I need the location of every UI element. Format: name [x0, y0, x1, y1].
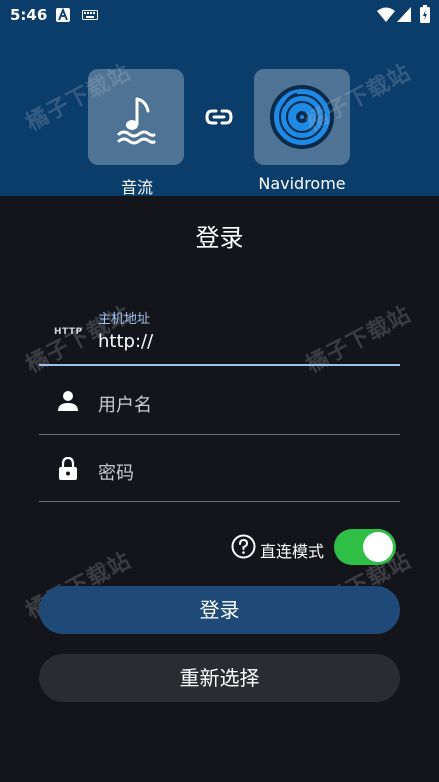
person-icon	[58, 391, 78, 411]
host-field-label: 主机地址	[98, 312, 151, 327]
target-app-name: Navidrome	[258, 174, 346, 193]
keyboard-icon	[82, 10, 98, 20]
link-icon	[205, 109, 233, 125]
password-input[interactable]: 密码	[98, 459, 134, 485]
source-app-name: 音流	[120, 178, 153, 197]
reselect-button[interactable]: 重新选择	[39, 654, 400, 702]
lock-icon	[59, 457, 77, 480]
source-app-tile[interactable]	[88, 69, 184, 165]
help-icon[interactable]	[231, 534, 256, 559]
header: 5:46 音流 Navidrome	[0, 0, 439, 197]
host-input[interactable]: http://	[98, 331, 153, 352]
login-button[interactable]: 登录	[39, 586, 400, 634]
status-bar: 5:46	[0, 0, 439, 30]
music-note-waves-icon	[117, 97, 156, 145]
toggle-knob	[363, 532, 393, 562]
host-field-underline	[39, 364, 400, 366]
direct-mode-label: 直连模式	[260, 542, 325, 561]
username-input[interactable]: 用户名	[98, 391, 152, 417]
watermark: 橘子下载站	[302, 302, 416, 379]
http-prefix-icon: HTTP	[54, 327, 83, 337]
page-title: 登录	[195, 224, 244, 252]
password-field-underline	[39, 501, 400, 502]
target-app-tile[interactable]	[254, 69, 350, 165]
battery-icon	[420, 5, 430, 23]
wifi-icon	[377, 7, 395, 22]
direct-mode-toggle[interactable]	[334, 529, 396, 565]
status-time: 5:46	[10, 6, 48, 24]
signal-icon	[397, 7, 411, 22]
vinyl-record-icon	[270, 85, 334, 149]
username-field-underline	[39, 434, 400, 435]
a-badge-icon	[56, 8, 70, 22]
